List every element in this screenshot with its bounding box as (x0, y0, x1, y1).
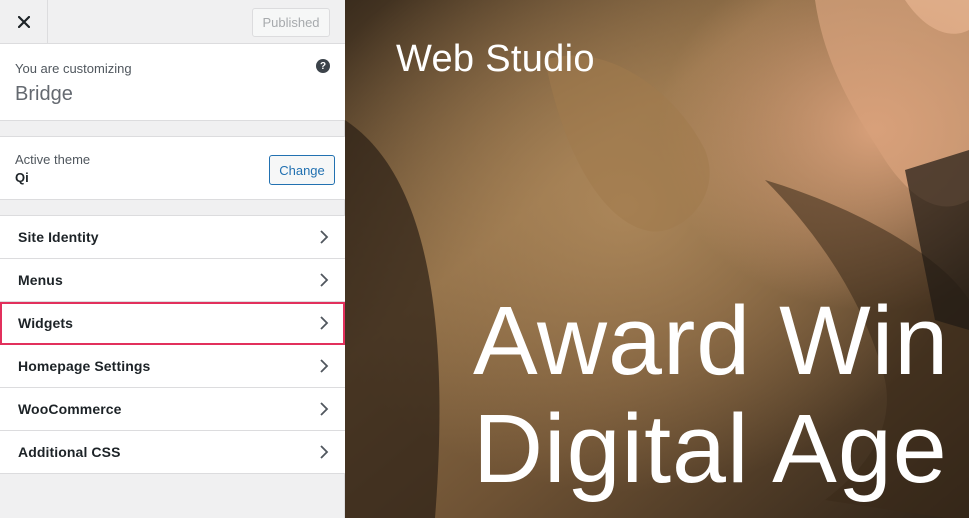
change-theme-button[interactable]: Change (269, 155, 335, 185)
customizer-sidebar: Published You are customizing Bridge ? A… (0, 0, 345, 518)
customizer-header: Published (0, 0, 345, 44)
chevron-right-icon (320, 230, 329, 244)
close-customizer-button[interactable] (0, 0, 48, 43)
customize-info-panel: You are customizing Bridge ? (0, 44, 345, 121)
preview-site-title[interactable]: Web Studio (396, 38, 595, 81)
section-label: Homepage Settings (18, 358, 151, 374)
publish-button[interactable]: Published (252, 8, 330, 37)
site-name: Bridge (15, 83, 73, 105)
section-homepage-settings[interactable]: Homepage Settings (0, 345, 345, 388)
hero-heading-line-2: Digital Age (473, 394, 948, 503)
section-additional-css[interactable]: Additional CSS (0, 431, 345, 474)
section-menus[interactable]: Menus (0, 259, 345, 302)
chevron-right-icon (320, 402, 329, 416)
active-theme-name: Qi (15, 170, 29, 185)
chevron-right-icon (320, 445, 329, 459)
customizing-label: You are customizing (15, 61, 132, 76)
active-theme-panel: Active theme Qi Change (0, 136, 345, 200)
section-label: Widgets (18, 315, 74, 331)
section-label: Site Identity (18, 229, 99, 245)
customizer-sections: Site Identity Menus Widgets Homepage Set… (0, 215, 345, 474)
chevron-right-icon (320, 359, 329, 373)
section-label: WooCommerce (18, 401, 122, 417)
section-label: Additional CSS (18, 444, 121, 460)
close-icon (17, 15, 30, 28)
site-preview[interactable]: Web Studio Award Win Digital Age (345, 0, 969, 518)
section-label: Menus (18, 272, 63, 288)
chevron-right-icon (320, 316, 329, 330)
customizer-window: Published You are customizing Bridge ? A… (0, 0, 969, 518)
help-icon[interactable]: ? (316, 59, 330, 73)
hero-heading-line-1: Award Win (473, 286, 950, 395)
active-theme-label: Active theme (15, 152, 91, 167)
section-woocommerce[interactable]: WooCommerce (0, 388, 345, 431)
chevron-right-icon (320, 273, 329, 287)
section-widgets[interactable]: Widgets (0, 302, 345, 345)
section-site-identity[interactable]: Site Identity (0, 216, 345, 259)
